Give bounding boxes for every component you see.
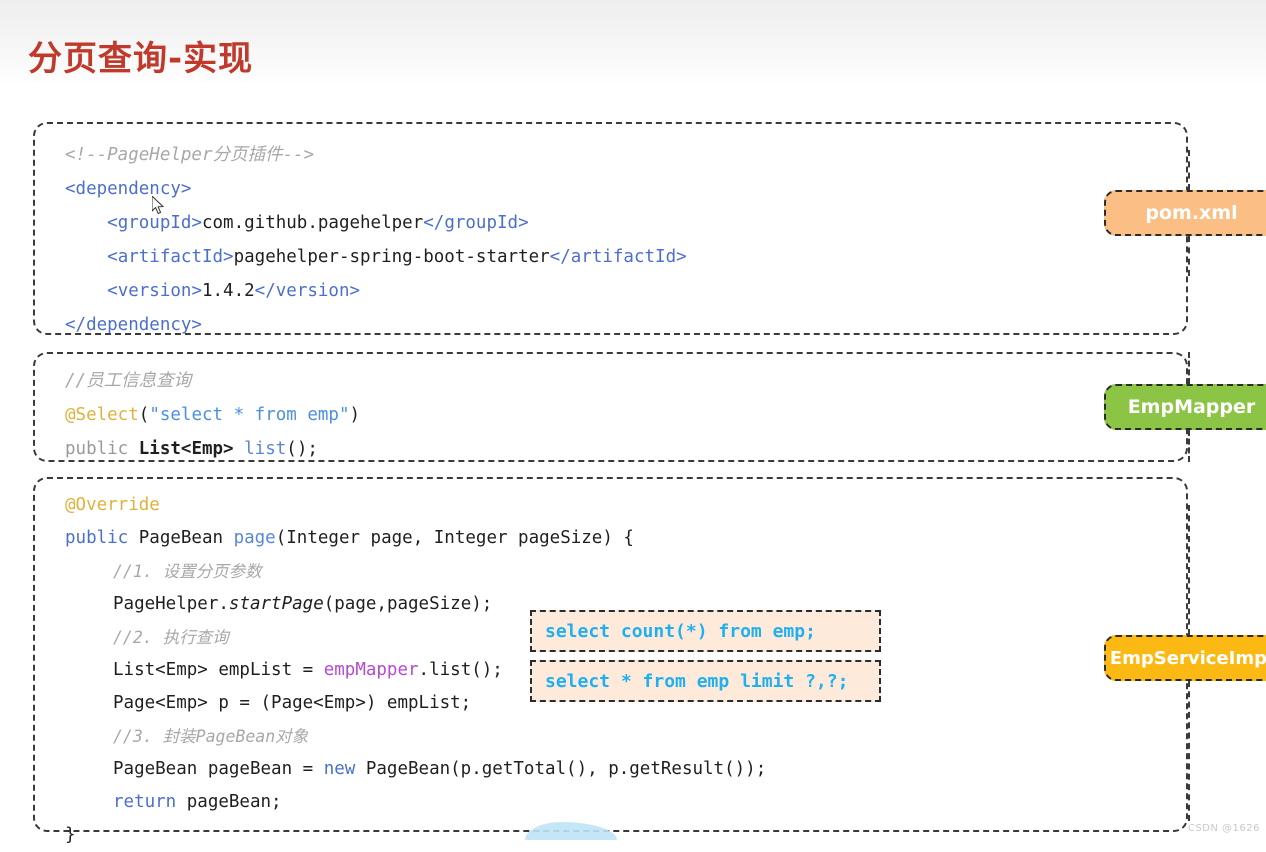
java-comment-step-1: //1. 设置分页参数 bbox=[113, 562, 262, 581]
class-pagehelper: PageHelper. bbox=[113, 594, 229, 614]
badge-pom-xml: pom.xml bbox=[1104, 190, 1266, 236]
xml-tag-groupid-open: <groupId> bbox=[107, 213, 202, 233]
badge-emp-service-impl: EmpServiceImpl bbox=[1104, 635, 1266, 681]
code-line: } bbox=[65, 819, 1186, 852]
xml-tag-version-open: <version> bbox=[107, 281, 202, 301]
code-line: //3. 封装PageBean对象 bbox=[65, 720, 1186, 753]
code-line: <groupId>com.github.pagehelper</groupId> bbox=[65, 206, 1186, 240]
annotation-select: @Select bbox=[65, 405, 139, 425]
declare-emplist: List<Emp> empList = bbox=[113, 660, 324, 680]
method-name-page: page bbox=[233, 528, 276, 548]
xml-value-groupid: com.github.pagehelper bbox=[201, 213, 424, 233]
return-type-pagebean: PageBean bbox=[128, 528, 234, 548]
return-type-list-emp: List<Emp> bbox=[138, 439, 234, 459]
java-comment-step-3: //3. 封装PageBean对象 bbox=[113, 727, 309, 746]
xml-tag-artifactid-open: <artifactId> bbox=[107, 247, 234, 267]
keyword-new: new bbox=[323, 759, 356, 779]
method-tail: (); bbox=[286, 439, 318, 459]
code-line: public List<Emp> list(); bbox=[65, 432, 1186, 466]
code-line: //员工信息查询 bbox=[65, 364, 1186, 398]
xml-tag-artifactid-close: </artifactId> bbox=[549, 247, 687, 267]
code-line: return pageBean; bbox=[65, 786, 1186, 819]
code-line: <version>1.4.2</version> bbox=[65, 274, 1186, 308]
keyword-return: return bbox=[113, 792, 177, 812]
xml-comment: <!--PageHelper分页插件--> bbox=[65, 145, 315, 165]
code-line: @Override bbox=[65, 489, 1186, 522]
xml-value-version: 1.4.2 bbox=[201, 281, 255, 301]
badge-emp-mapper: EmpMapper bbox=[1104, 384, 1266, 430]
xml-tag-dependency-open: <dependency> bbox=[65, 179, 192, 199]
method-name-list: list bbox=[244, 439, 287, 459]
annotation-override: @Override bbox=[65, 495, 160, 515]
xml-tag-version-close: </version> bbox=[254, 281, 361, 301]
java-comment-step-2: //2. 执行查询 bbox=[113, 628, 229, 647]
declare-pagebean: PageBean pageBean = bbox=[113, 759, 324, 779]
csdn-watermark: CSDN @1626 bbox=[1187, 823, 1260, 834]
method-params: (Integer page, Integer pageSize) { bbox=[275, 528, 634, 548]
modifier-public: public bbox=[65, 528, 129, 548]
code-line: </dependency> bbox=[65, 308, 1186, 342]
cast-page-emp: Page<Emp> p = (Page<Emp>) empList; bbox=[113, 693, 472, 713]
mouse-cursor-icon bbox=[152, 196, 165, 215]
pagebean-constructor-args: PageBean(p.getTotal(), p.getResult()); bbox=[355, 759, 767, 779]
call-list: .list(); bbox=[418, 660, 503, 680]
sql-string-literal: "select * from emp" bbox=[149, 405, 350, 425]
connector-stem-mapper-top bbox=[1188, 352, 1190, 384]
code-line: PageBean pageBean = new PageBean(p.getTo… bbox=[65, 753, 1186, 786]
connector-stem-mapper-bottom bbox=[1188, 430, 1190, 462]
modifier-public: public bbox=[65, 439, 139, 459]
connector-stem-pom-top bbox=[1188, 150, 1190, 190]
code-line: //1. 设置分页参数 bbox=[65, 555, 1186, 588]
page-title: 分页查询-实现 bbox=[28, 39, 254, 79]
xml-tag-groupid-close: </groupId> bbox=[423, 213, 529, 233]
code-line: @Select("select * from emp") bbox=[65, 398, 1186, 432]
closing-brace: } bbox=[65, 825, 76, 845]
java-comment-employee-query: //员工信息查询 bbox=[65, 371, 192, 391]
xml-value-artifactid: pagehelper-spring-boot-starter bbox=[233, 247, 550, 267]
code-line: <!--PageHelper分页插件--> bbox=[65, 138, 1186, 172]
paren-open: ( bbox=[138, 405, 150, 425]
xml-tag-dependency-close: </dependency> bbox=[65, 315, 202, 335]
sql-callout-limit: select * from emp limit ?,?; bbox=[530, 660, 881, 702]
startpage-args: (page,pageSize); bbox=[323, 594, 493, 614]
connector-stem-service-bottom bbox=[1188, 681, 1190, 821]
return-value-pagebean: pageBean; bbox=[176, 792, 282, 812]
code-line: <dependency> bbox=[65, 172, 1186, 206]
field-empmapper: empMapper bbox=[323, 660, 419, 680]
code-panel-emp-mapper: //员工信息查询 @Select("select * from emp") pu… bbox=[33, 352, 1188, 462]
paren-close: ) bbox=[349, 405, 361, 425]
code-line: <artifactId>pagehelper-spring-boot-start… bbox=[65, 240, 1186, 274]
connector-stem-pom-bottom bbox=[1188, 236, 1190, 276]
code-panel-pom-xml: <!--PageHelper分页插件--> <dependency> <grou… bbox=[33, 122, 1188, 335]
connector-stem-service-top bbox=[1188, 505, 1190, 635]
code-panel-emp-service-impl: @Override public PageBean page(Integer p… bbox=[33, 477, 1188, 845]
sql-callout-count: select count(*) from emp; bbox=[530, 610, 881, 652]
code-line: public PageBean page(Integer page, Integ… bbox=[65, 522, 1186, 555]
method-startpage: startPage bbox=[228, 594, 324, 614]
